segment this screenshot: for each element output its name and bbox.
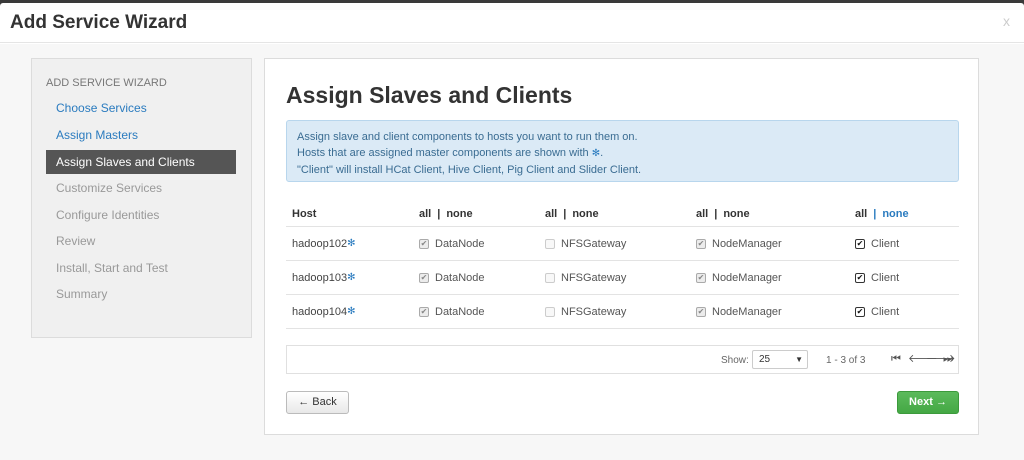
info-line-2: Hosts that are assigned master component…	[297, 147, 604, 159]
nfsgateway-cell: NFSGateway	[545, 295, 626, 328]
nodemanager-select-all[interactable]: all	[696, 208, 708, 220]
nodemanager-checkbox: ✔	[696, 272, 706, 283]
table-row: hadoop104 ✻ ✔ DataNode NFSGateway ✔ NodeMan…	[286, 295, 959, 329]
info-line-3: "Client" will install HCat Client, Hive …	[297, 164, 642, 176]
host-name: hadoop103	[292, 271, 348, 284]
nfsgateway-select-all[interactable]: all	[545, 208, 557, 220]
nodemanager-cell: ✔ NodeManager	[696, 237, 782, 250]
assignment-grid: Host all | none all | none all | none all | none	[286, 201, 959, 329]
client-checkbox[interactable]: ✔	[855, 238, 865, 249]
modal-title: Add Service Wizard	[10, 12, 188, 33]
nodemanager-select-none[interactable]: none	[723, 208, 749, 220]
step-summary: Summary	[56, 287, 108, 301]
step-install-start-test: Install, Start and Test	[56, 261, 168, 275]
datanode-cell: ✔ DataNode	[419, 305, 485, 318]
host-cell: hadoop103 ✻	[292, 261, 355, 294]
step-assign-slaves-clients: Assign Slaves and Clients	[46, 150, 236, 174]
datanode-select-none[interactable]: none	[446, 208, 472, 220]
datanode-select-all[interactable]: all	[419, 208, 431, 220]
page-title: Assign Slaves and Clients	[286, 82, 573, 108]
nfsgateway-select-none[interactable]: none	[572, 208, 598, 220]
datanode-checkbox: ✔	[419, 238, 429, 249]
step-choose-services[interactable]: Choose Services	[46, 96, 236, 120]
nfsgateway-checkbox[interactable]	[545, 238, 555, 249]
first-page-icon[interactable]: ⏮	[891, 354, 901, 365]
datanode-checkbox: ✔	[419, 272, 429, 283]
page-size-select[interactable]: 25 ▼	[752, 350, 808, 369]
host-column-header: Host	[292, 207, 317, 220]
nodemanager-cell: ✔ NodeManager	[696, 271, 782, 284]
master-asterisk-icon: ✻	[591, 148, 601, 159]
last-page-icon[interactable]: ⏭	[943, 354, 953, 365]
back-button[interactable]: ← Back	[286, 391, 349, 414]
nfsgateway-checkbox[interactable]	[545, 272, 555, 283]
datanode-cell: ✔ DataNode	[419, 271, 485, 284]
host-cell: hadoop104 ✻	[292, 295, 355, 328]
master-asterisk-icon: ✻	[347, 306, 356, 317]
modal-header: Add Service Wizard x	[0, 3, 1024, 43]
client-cell: ✔ Client	[855, 237, 900, 250]
step-customize-services: Customize Services	[56, 181, 163, 195]
wizard-modal: Add Service Wizard x ADD SERVICE WIZARD …	[0, 3, 1024, 460]
client-select-none[interactable]: none	[882, 208, 908, 220]
step-configure-identities: Configure Identities	[56, 208, 160, 222]
pagination-bar: Show: 25 ▼ 1 - 3 of 3 ⏮ 🡐 🡒 ⏭	[286, 345, 959, 374]
page-size-label: Show:	[721, 355, 749, 366]
nfsgateway-cell: NFSGateway	[545, 261, 626, 294]
step-assign-masters[interactable]: Assign Masters	[46, 123, 236, 147]
client-select-all[interactable]: all	[855, 208, 867, 220]
grid-header-row: Host all | none all | none all | none all | none	[286, 201, 959, 227]
wizard-steps-sidebar: ADD SERVICE WIZARD Choose Services Assig…	[31, 58, 252, 338]
info-alert: Assign slave and client components to ho…	[286, 120, 959, 182]
next-button[interactable]: Next →	[897, 391, 959, 414]
master-asterisk-icon: ✻	[347, 272, 356, 283]
client-checkbox[interactable]: ✔	[855, 272, 865, 283]
datanode-header: all | none	[419, 207, 473, 220]
nfsgateway-checkbox[interactable]	[545, 306, 555, 317]
nodemanager-checkbox: ✔	[696, 238, 706, 249]
info-line-1: Assign slave and client components to ho…	[297, 131, 638, 143]
nfsgateway-header: all | none	[545, 207, 599, 220]
nodemanager-cell: ✔ NodeManager	[696, 305, 782, 318]
step-review: Review	[56, 234, 96, 248]
host-name: hadoop102	[292, 237, 348, 250]
sidebar-header: ADD SERVICE WIZARD	[46, 77, 167, 89]
client-cell: ✔ Client	[855, 305, 900, 318]
nodemanager-header: all | none	[696, 207, 750, 220]
datanode-cell: ✔ DataNode	[419, 237, 485, 250]
nodemanager-checkbox: ✔	[696, 306, 706, 317]
chevron-down-icon: ▼	[795, 355, 803, 364]
nfsgateway-cell: NFSGateway	[545, 227, 626, 260]
client-header: all | none	[855, 207, 909, 220]
master-asterisk-icon: ✻	[347, 238, 356, 249]
host-name: hadoop104	[292, 305, 348, 318]
datanode-checkbox: ✔	[419, 306, 429, 317]
close-button[interactable]: x	[1003, 13, 1010, 29]
client-cell: ✔ Client	[855, 271, 900, 284]
modal-body: ADD SERVICE WIZARD Choose Services Assig…	[0, 44, 1024, 460]
client-checkbox[interactable]: ✔	[855, 306, 865, 317]
table-row: hadoop103 ✻ ✔ DataNode NFSGateway ✔ NodeMan…	[286, 261, 959, 295]
main-panel: Assign Slaves and Clients Assign slave a…	[264, 58, 979, 435]
page-range: 1 - 3 of 3	[826, 355, 866, 366]
host-cell: hadoop102 ✻	[292, 227, 355, 260]
table-row: hadoop102 ✻ ✔ DataNode NFSGateway ✔ NodeMan…	[286, 227, 959, 261]
